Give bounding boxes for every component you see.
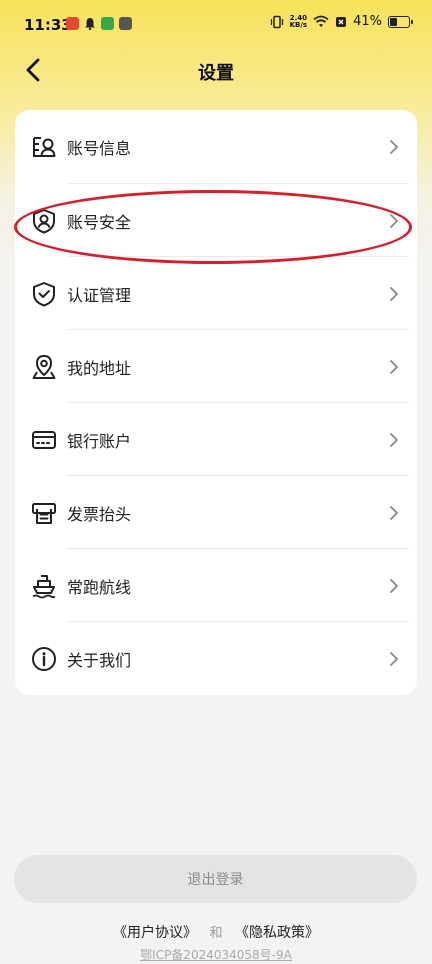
settings-item-about-us[interactable]: 关于我们: [15, 622, 417, 695]
ship-icon: [32, 574, 56, 598]
chevron-right-icon: [390, 213, 398, 228]
settings-item-account-info[interactable]: 账号信息: [15, 110, 417, 183]
app-notification-icon: [66, 17, 79, 30]
settings-item-account-security[interactable]: 账号安全: [15, 184, 417, 257]
battery-percent: 41%: [353, 14, 382, 29]
settings-item-label: 账号信息: [67, 138, 132, 158]
logout-button[interactable]: 退出登录: [14, 855, 417, 903]
settings-item-my-address[interactable]: 我的地址: [15, 330, 417, 403]
settings-item-label: 账号安全: [67, 212, 132, 232]
chevron-right-icon: [390, 432, 398, 447]
bank-card-icon: [32, 430, 56, 449]
settings-item-label: 关于我们: [67, 650, 132, 670]
user-agreement-link[interactable]: 《用户协议》: [113, 925, 197, 941]
status-bar: 11:33 2.40 KB/s 41%: [0, 0, 432, 50]
net-speed-unit: KB/s: [289, 20, 308, 29]
account-security-icon: [33, 208, 55, 233]
app-notification-icon: [119, 17, 132, 30]
footer-links: 《用户协议》 和 《隐私政策》: [0, 922, 432, 942]
chevron-right-icon: [390, 359, 398, 374]
account-info-icon: [33, 136, 56, 157]
settings-item-label: 发票抬头: [67, 504, 132, 524]
battery-icon: [388, 15, 413, 28]
settings-item-certification[interactable]: 认证管理: [15, 257, 417, 330]
footer-and: 和: [209, 926, 223, 941]
info-icon: [32, 646, 56, 671]
icp-record: 鄂ICP备2024034058号-9A: [0, 946, 432, 963]
invoice-printer-icon: [32, 502, 56, 524]
settings-item-invoice-title[interactable]: 发票抬头: [15, 476, 417, 549]
page-title: 设置: [198, 63, 234, 84]
nav-bar: 设置: [0, 50, 432, 90]
wifi-icon: [313, 15, 329, 27]
privacy-policy-link[interactable]: 《隐私政策》: [235, 925, 319, 941]
settings-item-bank-account[interactable]: 银行账户: [15, 403, 417, 476]
chevron-right-icon: [390, 286, 398, 301]
app-notification-icon: [101, 17, 114, 30]
settings-item-label: 常跑航线: [67, 577, 132, 597]
settings-item-frequent-routes[interactable]: 常跑航线: [15, 549, 417, 622]
settings-item-label: 认证管理: [67, 285, 132, 305]
status-time: 11:33: [24, 16, 72, 34]
status-right: 2.40 KB/s 41%: [270, 14, 413, 29]
bell-icon: [85, 18, 95, 30]
icp-link[interactable]: 鄂ICP备2024034058号-9A: [140, 948, 292, 962]
settings-item-label: 银行账户: [67, 431, 132, 451]
shield-check-icon: [33, 281, 55, 306]
chevron-right-icon: [390, 139, 398, 154]
notification-icons: [66, 17, 132, 30]
chevron-right-icon: [390, 505, 398, 520]
location-pin-icon: [32, 354, 56, 379]
no-sim-icon: [336, 16, 347, 27]
chevron-right-icon: [390, 578, 398, 593]
settings-list: 账号信息 账号安全 认证管理 我的地址 银行账户 发票抬头 常跑航线 关于我们: [15, 110, 417, 695]
settings-item-label: 我的地址: [67, 358, 132, 378]
net-speed: 2.40 KB/s: [289, 14, 308, 29]
vibrate-icon: [270, 15, 283, 28]
chevron-right-icon: [390, 651, 398, 666]
